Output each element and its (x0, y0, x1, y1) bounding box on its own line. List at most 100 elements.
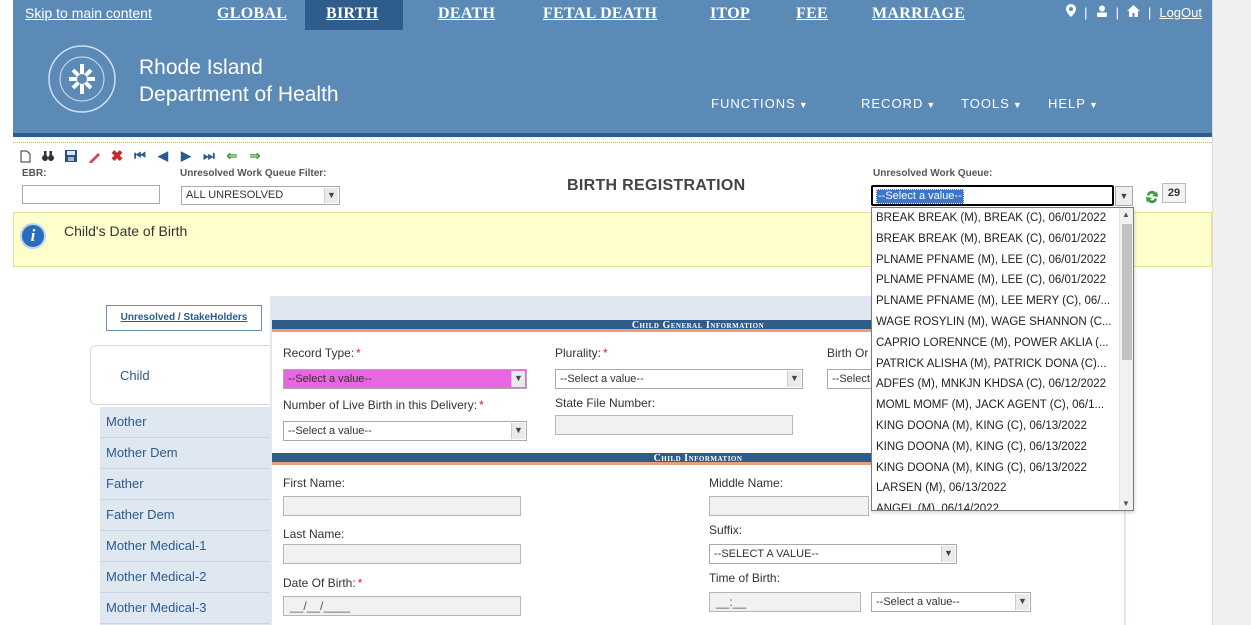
middle-name-label: Middle Name: (709, 476, 784, 490)
logout-link[interactable]: LogOut (1159, 5, 1202, 20)
work-queue-option[interactable]: KING DOONA (M), KING (C), 06/13/2022 (872, 437, 1120, 458)
tab-mother[interactable]: Mother (100, 407, 270, 438)
time-of-birth-field[interactable]: __:__ (709, 592, 861, 612)
search-binoculars-icon[interactable] (41, 149, 55, 163)
first-name-field[interactable] (283, 496, 521, 516)
scroll-up-icon[interactable]: ▲ (1122, 210, 1130, 219)
menu-tools[interactable]: TOOLS ▼ (961, 96, 1023, 111)
user-icon[interactable] (1096, 5, 1108, 20)
last-record-icon[interactable]: ⏭ (202, 148, 216, 163)
tab-mother-medical-1[interactable]: Mother Medical-1 (100, 531, 270, 562)
record-type-select[interactable]: --Select a value-- ▼ (283, 369, 527, 389)
nav-itop[interactable]: ITOP (710, 5, 750, 23)
suffix-select[interactable]: --SELECT A VALUE-- ▼ (709, 544, 957, 564)
date-of-birth-field[interactable]: __/__/____ (283, 596, 521, 616)
chevron-down-icon: ▼ (324, 188, 338, 203)
work-queue-option[interactable]: LARSEN (M), 06/13/2022 (872, 478, 1120, 499)
work-queue-option[interactable]: CAPRIO LORENNCE (M), POWER AKLIA (... (872, 333, 1120, 354)
work-queue-option[interactable]: WAGE ROSYLIN (M), WAGE SHANNON (C... (872, 312, 1120, 333)
work-queue-option[interactable]: ADFES (M), MNKJN KHDSA (C), 06/12/2022 (872, 374, 1120, 395)
nav-marriage[interactable]: MARRIAGE (872, 5, 965, 23)
work-queue-option-list: BREAK BREAK (M), BREAK (C), 06/01/2022 BR… (872, 208, 1133, 510)
tab-mother-dem[interactable]: Mother Dem (100, 438, 270, 469)
dropdown-scrollbar[interactable]: ▲ ▼ (1119, 208, 1133, 510)
nav-birth[interactable]: BIRTH (326, 5, 379, 23)
work-queue-option[interactable]: PLNAME PFNAME (M), LEE (C), 06/01/2022 (872, 270, 1120, 291)
work-queue-option[interactable]: MOML MOMF (M), JACK AGENT (C), 06/1... (872, 395, 1120, 416)
tab-mother-medical-3[interactable]: Mother Medical-3 (100, 593, 270, 624)
chevron-down-icon: ▼ (926, 100, 937, 110)
record-type-value: --Select a value-- (288, 373, 372, 385)
work-queue-option[interactable]: ANGEL (M), 06/14/2022 (872, 499, 1120, 510)
plurality-value: --Select a value-- (560, 373, 644, 385)
page-scrollbar[interactable] (1212, 0, 1251, 625)
time-of-birth-ampm-select[interactable]: --Select a value-- ▼ (871, 592, 1031, 612)
refresh-icon[interactable] (1144, 189, 1160, 205)
first-name-label: First Name: (283, 476, 346, 490)
menu-functions[interactable]: FUNCTIONS ▼ (711, 96, 809, 111)
nav-fee[interactable]: FEE (796, 5, 828, 23)
page-root: { "header": { "skip_link": "Skip to main… (0, 0, 1251, 625)
work-queue-options: BREAK BREAK (M), BREAK (C), 06/01/2022 BR… (871, 207, 1134, 511)
date-of-birth-label: Date Of Birth: * (283, 576, 363, 590)
work-queue-option[interactable]: KING DOONA (M), KING (C), 06/13/2022 (872, 416, 1120, 437)
last-name-field[interactable] (283, 544, 521, 564)
tab-child[interactable]: Child (90, 345, 270, 405)
work-queue-option[interactable]: BREAK BREAK (M), BREAK (C), 06/01/2022 (872, 208, 1120, 229)
tab-father-dem[interactable]: Father Dem (100, 500, 270, 531)
suffix-label: Suffix: (709, 523, 743, 537)
tab-father[interactable]: Father (100, 469, 270, 500)
ebr-label: EBR: (22, 168, 47, 179)
menu-record[interactable]: RECORD ▼ (861, 96, 936, 111)
chevron-down-icon: ▼ (1015, 594, 1029, 610)
location-icon[interactable] (1066, 4, 1077, 20)
nav-death[interactable]: DEATH (438, 5, 495, 23)
home-icon[interactable] (1126, 4, 1140, 20)
chevron-down-icon: ▼ (1088, 100, 1099, 110)
queue-filter-select[interactable]: ALL UNRESOLVED ▼ (181, 186, 340, 205)
plurality-select[interactable]: --Select a value-- ▼ (555, 369, 803, 389)
chevron-down-icon: ▼ (941, 546, 955, 562)
suffix-value: --SELECT A VALUE-- (714, 548, 819, 560)
chevron-down-icon: ▼ (798, 100, 809, 110)
work-queue-option[interactable]: PATRICK ALISHA (M), PATRICK DONA (C)... (872, 354, 1120, 375)
chevron-down-icon: ▼ (1012, 100, 1023, 110)
org-name-line1: Rhode Island (139, 56, 263, 79)
work-queue-option[interactable]: PLNAME PFNAME (M), LEE MERY (C), 06/... (872, 291, 1120, 312)
next-record-icon[interactable]: ▶ (179, 148, 193, 163)
scroll-down-icon[interactable]: ▼ (1122, 499, 1130, 508)
back-arrow-icon[interactable]: ⇐ (225, 148, 239, 163)
delete-icon[interactable]: ✖ (110, 148, 124, 165)
menu-help[interactable]: HELP ▼ (1048, 96, 1099, 111)
work-queue-option[interactable]: BREAK BREAK (M), BREAK (C), 06/01/2022 (872, 229, 1120, 250)
plurality-label: Plurality: * (555, 346, 608, 360)
new-document-icon[interactable] (18, 149, 32, 163)
nav-global[interactable]: GLOBAL (217, 5, 287, 23)
work-queue-dropdown-button[interactable]: ▼ (1115, 186, 1133, 206)
tab-mother-medical-2[interactable]: Mother Medical-2 (100, 562, 270, 593)
save-icon[interactable] (64, 149, 78, 163)
edit-pencil-icon[interactable] (87, 149, 101, 163)
work-queue-select[interactable]: --Select a value-- (871, 185, 1114, 206)
scrollbar-thumb[interactable] (1122, 224, 1132, 360)
state-file-number-field[interactable] (555, 415, 793, 435)
ebr-field[interactable] (22, 185, 160, 204)
work-queue-option[interactable]: PLNAME PFNAME (M), LEE (C), 06/01/2022 (872, 250, 1120, 271)
record-toolbar: ✖ ⏮ ◀ ▶ ⏭ ⇐ ⇒ (18, 148, 262, 165)
first-record-icon[interactable]: ⏮ (133, 148, 147, 163)
info-banner-text: Child's Date of Birth (64, 223, 188, 239)
skip-to-content-link[interactable]: Skip to main content (25, 5, 152, 21)
tab-stakeholders[interactable]: Unresolved / StakeHolders (106, 305, 262, 331)
previous-record-icon[interactable]: ◀ (156, 148, 170, 163)
org-name: Rhode Island Department of Health (139, 54, 339, 108)
chevron-down-icon: ▼ (511, 371, 525, 387)
middle-name-field[interactable] (709, 496, 869, 516)
live-birth-select[interactable]: --Select a value-- ▼ (283, 421, 527, 441)
work-queue-option[interactable]: KING DOONA (M), KING (C), 06/13/2022 (872, 458, 1120, 479)
forward-arrow-icon[interactable]: ⇒ (248, 148, 262, 163)
nav-fetal-death[interactable]: FETAL DEATH (543, 5, 657, 23)
page-title: BIRTH REGISTRATION (567, 177, 746, 194)
header-divider (13, 133, 1212, 137)
state-file-number-label: State File Number: (555, 396, 656, 410)
ri-doh-seal-logo (47, 44, 117, 114)
